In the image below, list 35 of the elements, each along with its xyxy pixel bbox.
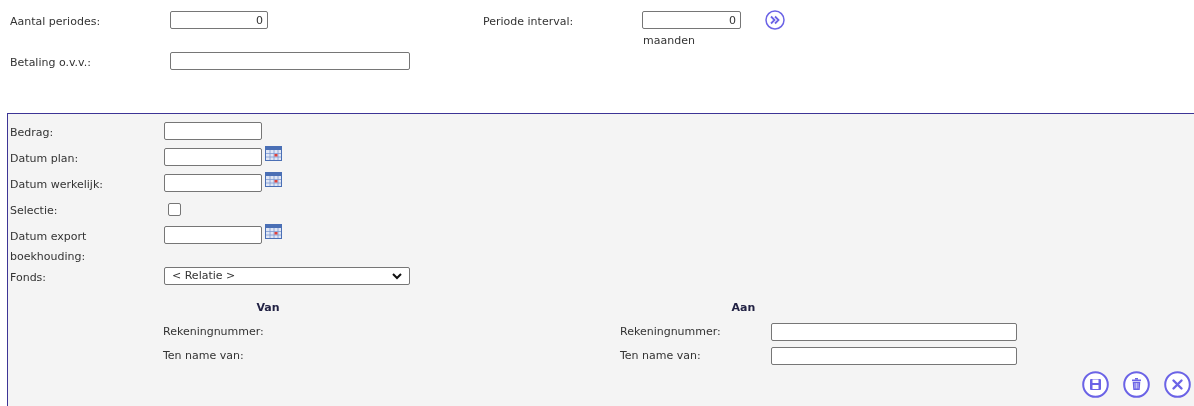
- input-field[interactable]: [170, 52, 410, 70]
- field-label: Datum plan:: [10, 151, 80, 167]
- calendar-icon[interactable]: [265, 146, 282, 161]
- save-button[interactable]: [1082, 371, 1109, 398]
- field-label: Periode interval:: [483, 14, 575, 30]
- column-heading: Aan: [731, 299, 756, 316]
- next-button[interactable]: [765, 10, 785, 30]
- field-label: Aantal periodes:: [10, 14, 102, 30]
- input-field[interactable]: [164, 226, 262, 244]
- field-label: Ten name van:: [620, 347, 702, 364]
- input-field[interactable]: 0: [170, 11, 268, 29]
- calendar-icon[interactable]: [265, 224, 282, 239]
- dropdown[interactable]: < Relatie >: [164, 267, 410, 285]
- input-field[interactable]: [771, 347, 1017, 365]
- delete-button[interactable]: [1123, 371, 1150, 398]
- field-label: Rekeningnummer:: [163, 323, 265, 340]
- input-field[interactable]: [164, 122, 262, 140]
- checkbox[interactable]: [168, 203, 181, 216]
- chevron-down-icon: [392, 272, 402, 280]
- field-label: Ten name van:: [163, 347, 245, 364]
- field-label: Datum export boekhouding:: [10, 229, 88, 265]
- field-label: Datum werkelijk:: [10, 177, 104, 193]
- input-field[interactable]: [164, 174, 262, 192]
- input-field[interactable]: [164, 148, 262, 166]
- input-field[interactable]: [771, 323, 1017, 341]
- close-button[interactable]: [1164, 371, 1191, 398]
- field-label: Bedrag:: [10, 125, 55, 141]
- column-heading: Van: [256, 299, 280, 316]
- calendar-icon[interactable]: [265, 172, 282, 187]
- field-label: Fonds:: [10, 270, 48, 286]
- unit-label: maanden: [642, 33, 696, 49]
- field-label: Rekeningnummer:: [620, 323, 722, 340]
- input-field[interactable]: 0: [642, 11, 741, 29]
- field-label: Selectie:: [10, 203, 59, 219]
- field-label: Betaling o.v.v.:: [10, 55, 92, 71]
